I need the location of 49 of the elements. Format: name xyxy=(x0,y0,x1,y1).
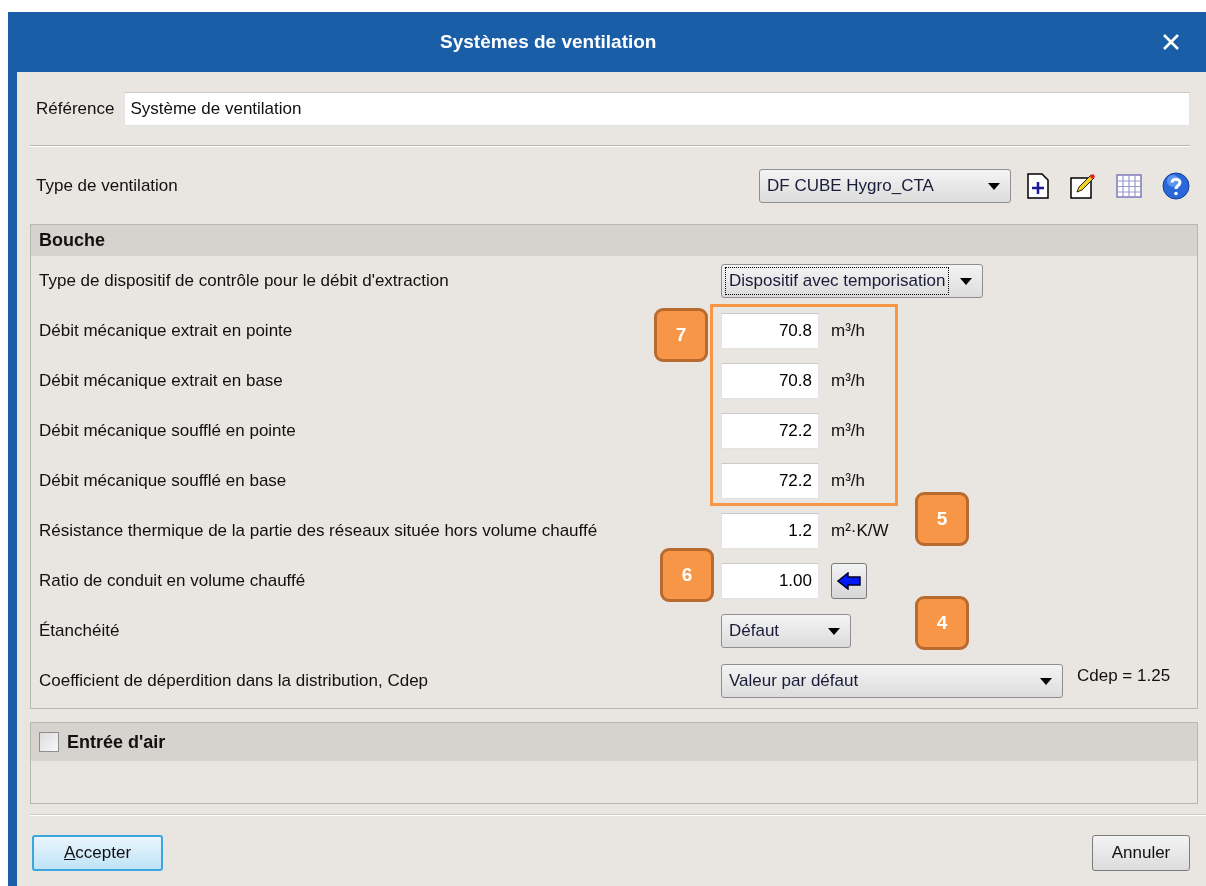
number-field[interactable]: 70.8 xyxy=(721,363,819,399)
dropdown[interactable]: DF CUBE Hygro_CTA xyxy=(759,169,1011,203)
field-label: Type de ventilation xyxy=(36,175,179,198)
window-title: Systèmes de ventilation xyxy=(440,29,657,54)
left-arrow-icon xyxy=(837,572,861,590)
apply-default-button[interactable] xyxy=(831,563,867,599)
dialog-button[interactable]: Accepter xyxy=(32,835,163,871)
grid-icon[interactable] xyxy=(1116,174,1142,198)
section-title: Bouche xyxy=(39,229,105,252)
field-label: Débit mécanique extrait en pointe xyxy=(39,321,293,341)
section-title: Entrée d'air xyxy=(67,730,166,754)
annotation-badge: 5 xyxy=(915,492,969,546)
field-label: Débit mécanique soufflé en base xyxy=(39,471,287,491)
field-label: Étanchéité xyxy=(39,621,120,641)
coefficient-value: Cdep = 1.25 xyxy=(1077,665,1171,688)
unit-label: m²·K/W xyxy=(831,520,889,543)
unit-label: m³/h xyxy=(831,370,865,393)
number-field[interactable]: 70.8 xyxy=(721,313,819,349)
number-field[interactable]: 72.2 xyxy=(721,463,819,499)
caret-icon xyxy=(988,182,1000,190)
dropdown[interactable]: Dispositif avec temporisation xyxy=(721,264,984,298)
edit-icon[interactable] xyxy=(1070,173,1096,199)
field-label: Débit mécanique soufflé en pointe xyxy=(39,421,296,441)
number-field[interactable]: 1.00 xyxy=(721,563,819,599)
annotation-badge: 4 xyxy=(915,596,969,650)
annotation-badge: 6 xyxy=(660,548,714,602)
field-label: Ratio de conduit en volume chauffé xyxy=(39,571,306,591)
unit-label: m³/h xyxy=(831,320,865,343)
close-icon[interactable] xyxy=(1162,33,1180,51)
unit-label: m³/h xyxy=(831,470,865,493)
annotation-badge: 7 xyxy=(654,308,708,362)
checkbox[interactable] xyxy=(39,732,59,752)
caret-icon xyxy=(828,627,840,635)
reference-field[interactable]: Système de ventilation xyxy=(124,92,1190,126)
caret-icon xyxy=(1040,677,1052,685)
caret-icon xyxy=(960,277,973,285)
help-icon[interactable] xyxy=(1162,172,1190,200)
new-document-icon[interactable] xyxy=(1026,173,1050,199)
dropdown[interactable]: Valeur par défaut xyxy=(721,664,1063,698)
field-label: Coefficient de déperdition dans la distribution, Cdep xyxy=(39,671,429,691)
dialog-button[interactable]: Annuler xyxy=(1092,835,1190,871)
number-field[interactable]: 72.2 xyxy=(721,413,819,449)
field-label: Résistance thermique de la partie des réseaux située hors volume chauffé xyxy=(39,521,598,541)
dropdown[interactable]: Défaut xyxy=(721,614,851,648)
field-label: Débit mécanique extrait en base xyxy=(39,371,283,391)
number-field[interactable]: 1.2 xyxy=(721,513,819,549)
field-label: Type de dispositif de contrôle pour le débit d'extraction xyxy=(39,271,449,291)
unit-label: m³/h xyxy=(831,420,865,443)
field-label: Référence xyxy=(36,98,115,121)
